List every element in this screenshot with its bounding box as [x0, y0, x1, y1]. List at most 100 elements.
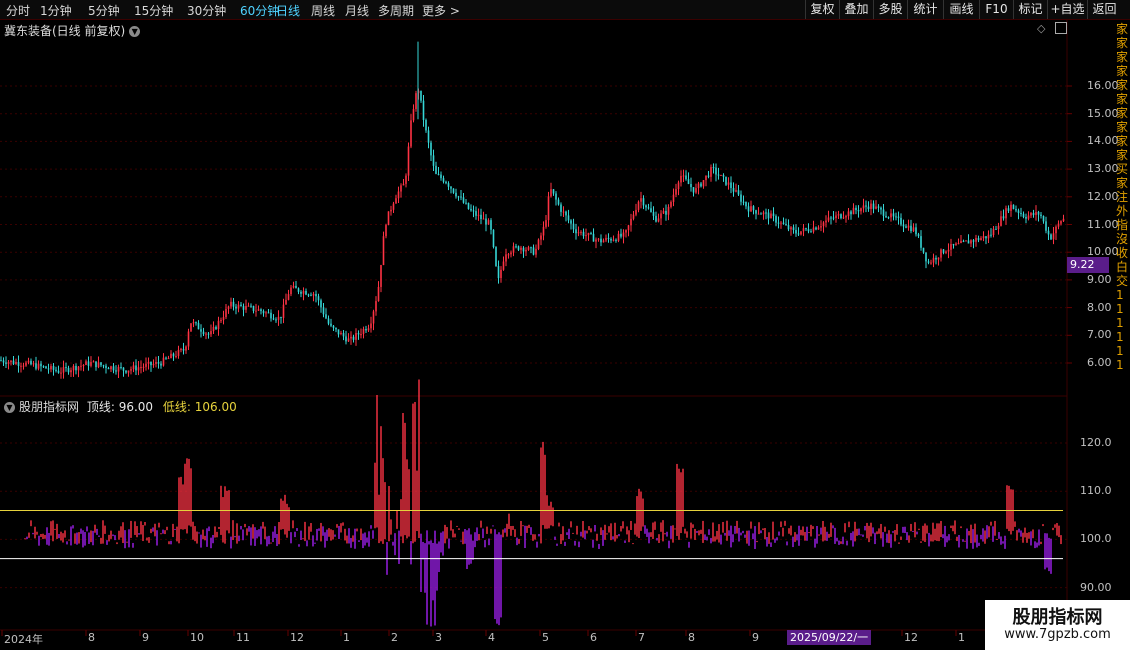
chevron-down-icon[interactable]: ▼	[129, 26, 141, 37]
indicator-bar	[352, 535, 354, 542]
indicator-bar	[990, 521, 992, 526]
indicator-bar	[136, 526, 138, 538]
candle-body	[1010, 204, 1012, 211]
candle-body	[110, 366, 112, 370]
indicator-bar	[936, 523, 938, 541]
candle-body	[515, 246, 517, 248]
window-toggle-icon[interactable]	[1055, 22, 1067, 34]
candle-body	[820, 226, 822, 228]
indicator-bar	[542, 441, 544, 526]
indicator-bar	[660, 522, 662, 532]
right-column-char: 家	[1116, 120, 1129, 134]
candle-body	[257, 309, 260, 311]
indicator-bar	[954, 520, 956, 535]
indicator-bar	[590, 528, 592, 533]
indicator-bar	[938, 523, 940, 542]
candle-body	[227, 306, 230, 309]
indicator-bar	[836, 537, 838, 542]
indicator-bar	[346, 535, 348, 544]
candle-body	[510, 252, 512, 255]
indicator-bar	[32, 532, 34, 535]
x-axis-label: 3	[435, 631, 442, 644]
indicator-bar	[310, 523, 312, 532]
indicator-bar	[974, 523, 976, 543]
candle-body	[615, 239, 617, 241]
candle-body	[962, 240, 965, 242]
indicator-bar	[538, 533, 540, 537]
x-axis-label: 12	[904, 631, 918, 644]
indicator-bar	[516, 537, 518, 546]
indicator-bar	[934, 528, 936, 541]
candle-body	[870, 203, 872, 209]
indicator-bar	[980, 534, 982, 540]
indicator-bar	[834, 527, 836, 544]
candle-body	[765, 212, 767, 214]
indicator-bar	[100, 537, 102, 544]
indicator-tick-label: 100.0	[1080, 532, 1112, 546]
indicator-bar	[476, 527, 478, 541]
candle-body	[815, 227, 817, 230]
candle-body	[327, 318, 330, 324]
candle-body	[700, 183, 702, 187]
indicator-bar	[610, 523, 612, 541]
right-column-char: 家	[1116, 78, 1129, 92]
candle-body	[360, 333, 362, 335]
indicator-bar	[728, 530, 730, 536]
indicator-bar	[562, 526, 564, 541]
indicator-bar	[682, 468, 684, 527]
candle-body	[52, 366, 55, 370]
indicator-bar	[910, 523, 912, 532]
candle-body	[722, 174, 725, 177]
indicator-bar	[878, 528, 880, 534]
candle-body	[1050, 234, 1052, 240]
indicator-bar	[452, 529, 454, 538]
candle-body	[940, 249, 942, 258]
indicator-bar	[722, 521, 724, 533]
x-axis-label: 8	[88, 631, 95, 644]
diamond-icon[interactable]: ◇	[1037, 22, 1045, 35]
indicator-bar	[850, 532, 852, 541]
indicator-bar	[996, 538, 998, 540]
indicator-bar	[764, 528, 766, 540]
candle-body	[162, 357, 165, 366]
candle-body	[320, 300, 322, 308]
candle-body	[17, 362, 20, 366]
indicator-bar	[566, 532, 568, 535]
candle-body	[447, 183, 450, 187]
indicator-bar	[1016, 530, 1018, 541]
candle-body	[1030, 212, 1032, 216]
indicator-bar	[646, 528, 648, 537]
indicator-bar	[962, 539, 964, 542]
chevron-down-icon[interactable]: ▼	[4, 402, 15, 413]
candle-body	[892, 213, 895, 217]
candle-body	[377, 286, 380, 302]
indicator-bar	[998, 532, 1000, 539]
indicator-bar	[718, 524, 720, 543]
chart-title[interactable]: 冀东装备(日线 前复权) ▼	[4, 22, 141, 39]
indicator-name: 股朋指标网	[19, 400, 80, 414]
candle-body	[912, 227, 915, 232]
candle-body	[182, 349, 185, 351]
candle-body	[850, 211, 852, 215]
indicator-bar	[522, 525, 524, 527]
kline-chart[interactable]	[0, 0, 1130, 650]
candle-body	[597, 238, 600, 240]
indicator-bar	[634, 523, 636, 535]
candle-body	[175, 355, 177, 357]
price-tick-label: 12.00	[1087, 189, 1119, 203]
right-column-char: 注	[1116, 190, 1129, 204]
candle-body	[472, 210, 475, 212]
indicator-bar	[224, 486, 226, 544]
candle-body	[590, 233, 592, 235]
candle-body	[230, 301, 232, 307]
indicator-bar	[376, 395, 378, 528]
indicator-bar	[456, 525, 458, 527]
candle-body	[435, 165, 437, 174]
candle-body	[317, 296, 320, 301]
indicator-bar	[752, 533, 754, 540]
indicator-bar	[904, 526, 906, 534]
indicator-bar	[434, 530, 436, 626]
candle-body	[302, 290, 305, 294]
candle-body	[785, 224, 787, 226]
candle-body	[865, 205, 867, 207]
